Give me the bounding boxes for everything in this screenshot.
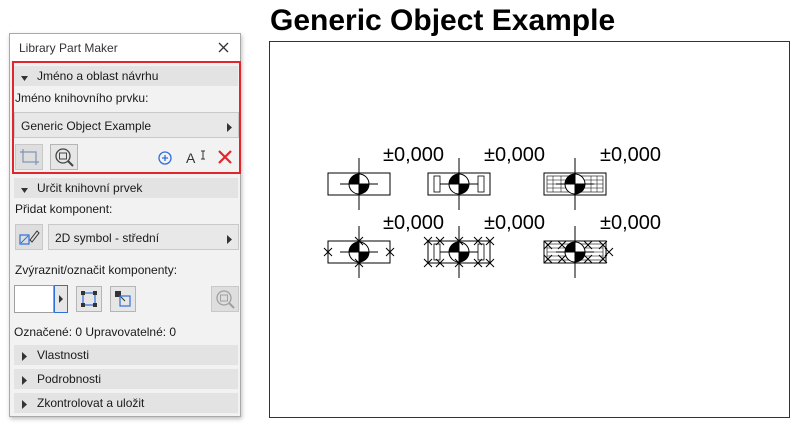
elevation-label: ±0,000 bbox=[484, 144, 545, 166]
object-symbol[interactable] bbox=[543, 157, 607, 211]
section-header-check-and-save[interactable]: Zkontrolovat a uložit bbox=[14, 393, 238, 413]
text-cursor-icon[interactable]: A bbox=[186, 148, 208, 166]
zoom-to-area-button[interactable] bbox=[50, 144, 78, 170]
svg-text:A: A bbox=[186, 150, 196, 166]
elevation-label: ±0,000 bbox=[600, 212, 661, 234]
triangle-down-icon bbox=[21, 184, 29, 198]
select-all-components-button[interactable] bbox=[76, 286, 102, 312]
triangle-right-icon bbox=[22, 374, 28, 388]
chevron-right-icon bbox=[227, 233, 233, 247]
section-header-properties[interactable]: Vlastnosti bbox=[14, 345, 238, 365]
section-header-define-library-part[interactable]: Určit knihovní prvek bbox=[14, 178, 238, 198]
elevation-label: ±0,000 bbox=[383, 212, 444, 234]
triangle-right-icon bbox=[22, 350, 28, 364]
page-title: Generic Object Example bbox=[270, 4, 616, 37]
object-symbol[interactable] bbox=[327, 157, 391, 211]
elevation-label: ±0,000 bbox=[600, 144, 661, 166]
library-part-name-dropdown[interactable]: Generic Object Example bbox=[14, 112, 239, 138]
palette-title: Library Part Maker bbox=[19, 41, 118, 55]
select-partial-components-button[interactable] bbox=[110, 286, 136, 312]
elevation-label: ±0,000 bbox=[383, 144, 444, 166]
section-header-details[interactable]: Podrobnosti bbox=[14, 369, 238, 389]
plan-drawing: ±0,000 ±0,000 ±0,000 ±0,000 ±0,000 ±0,00… bbox=[323, 144, 661, 279]
drawing-canvas[interactable]: ±0,000 ±0,000 ±0,000 ±0,000 ±0,000 ±0,00… bbox=[269, 41, 790, 418]
component-select-field[interactable] bbox=[14, 285, 54, 313]
zoom-to-components-button[interactable] bbox=[211, 286, 239, 312]
selection-status: Označené: 0 Upravovatelné: 0 bbox=[14, 325, 177, 339]
library-part-maker-palette: Library Part Maker Jméno a oblast návrhu… bbox=[9, 33, 241, 417]
elevation-label: ±0,000 bbox=[484, 212, 545, 234]
define-area-button[interactable] bbox=[15, 144, 43, 170]
highlight-components-label: Zvýraznit/označit komponenty: bbox=[15, 263, 178, 277]
section-label: Vlastnosti bbox=[37, 348, 90, 362]
section-header-name-and-area[interactable]: Jméno a oblast návrhu bbox=[14, 66, 238, 86]
palette-titlebar[interactable]: Library Part Maker bbox=[10, 34, 240, 61]
delete-x-icon[interactable] bbox=[217, 149, 233, 165]
add-component-label: Přidat komponent: bbox=[15, 202, 113, 216]
section-label: Zkontrolovat a uložit bbox=[37, 396, 145, 410]
component-type-dropdown[interactable]: 2D symbol - střední bbox=[48, 224, 239, 250]
component-type-value: 2D symbol - střední bbox=[55, 231, 160, 245]
chevron-right-icon bbox=[227, 121, 233, 135]
add-circle-icon[interactable] bbox=[157, 150, 173, 166]
close-icon[interactable] bbox=[216, 38, 232, 56]
triangle-right-icon bbox=[22, 398, 28, 412]
section-label: Jméno a oblast návrhu bbox=[37, 69, 159, 83]
section-label: Podrobnosti bbox=[37, 372, 102, 386]
component-select-arrow[interactable] bbox=[54, 285, 68, 313]
section-label: Určit knihovní prvek bbox=[37, 181, 143, 195]
library-part-name-value: Generic Object Example bbox=[21, 119, 152, 133]
library-part-name-label: Jméno knihovního prvku: bbox=[15, 91, 149, 105]
triangle-down-icon bbox=[21, 72, 29, 86]
component-type-button[interactable] bbox=[15, 224, 43, 250]
